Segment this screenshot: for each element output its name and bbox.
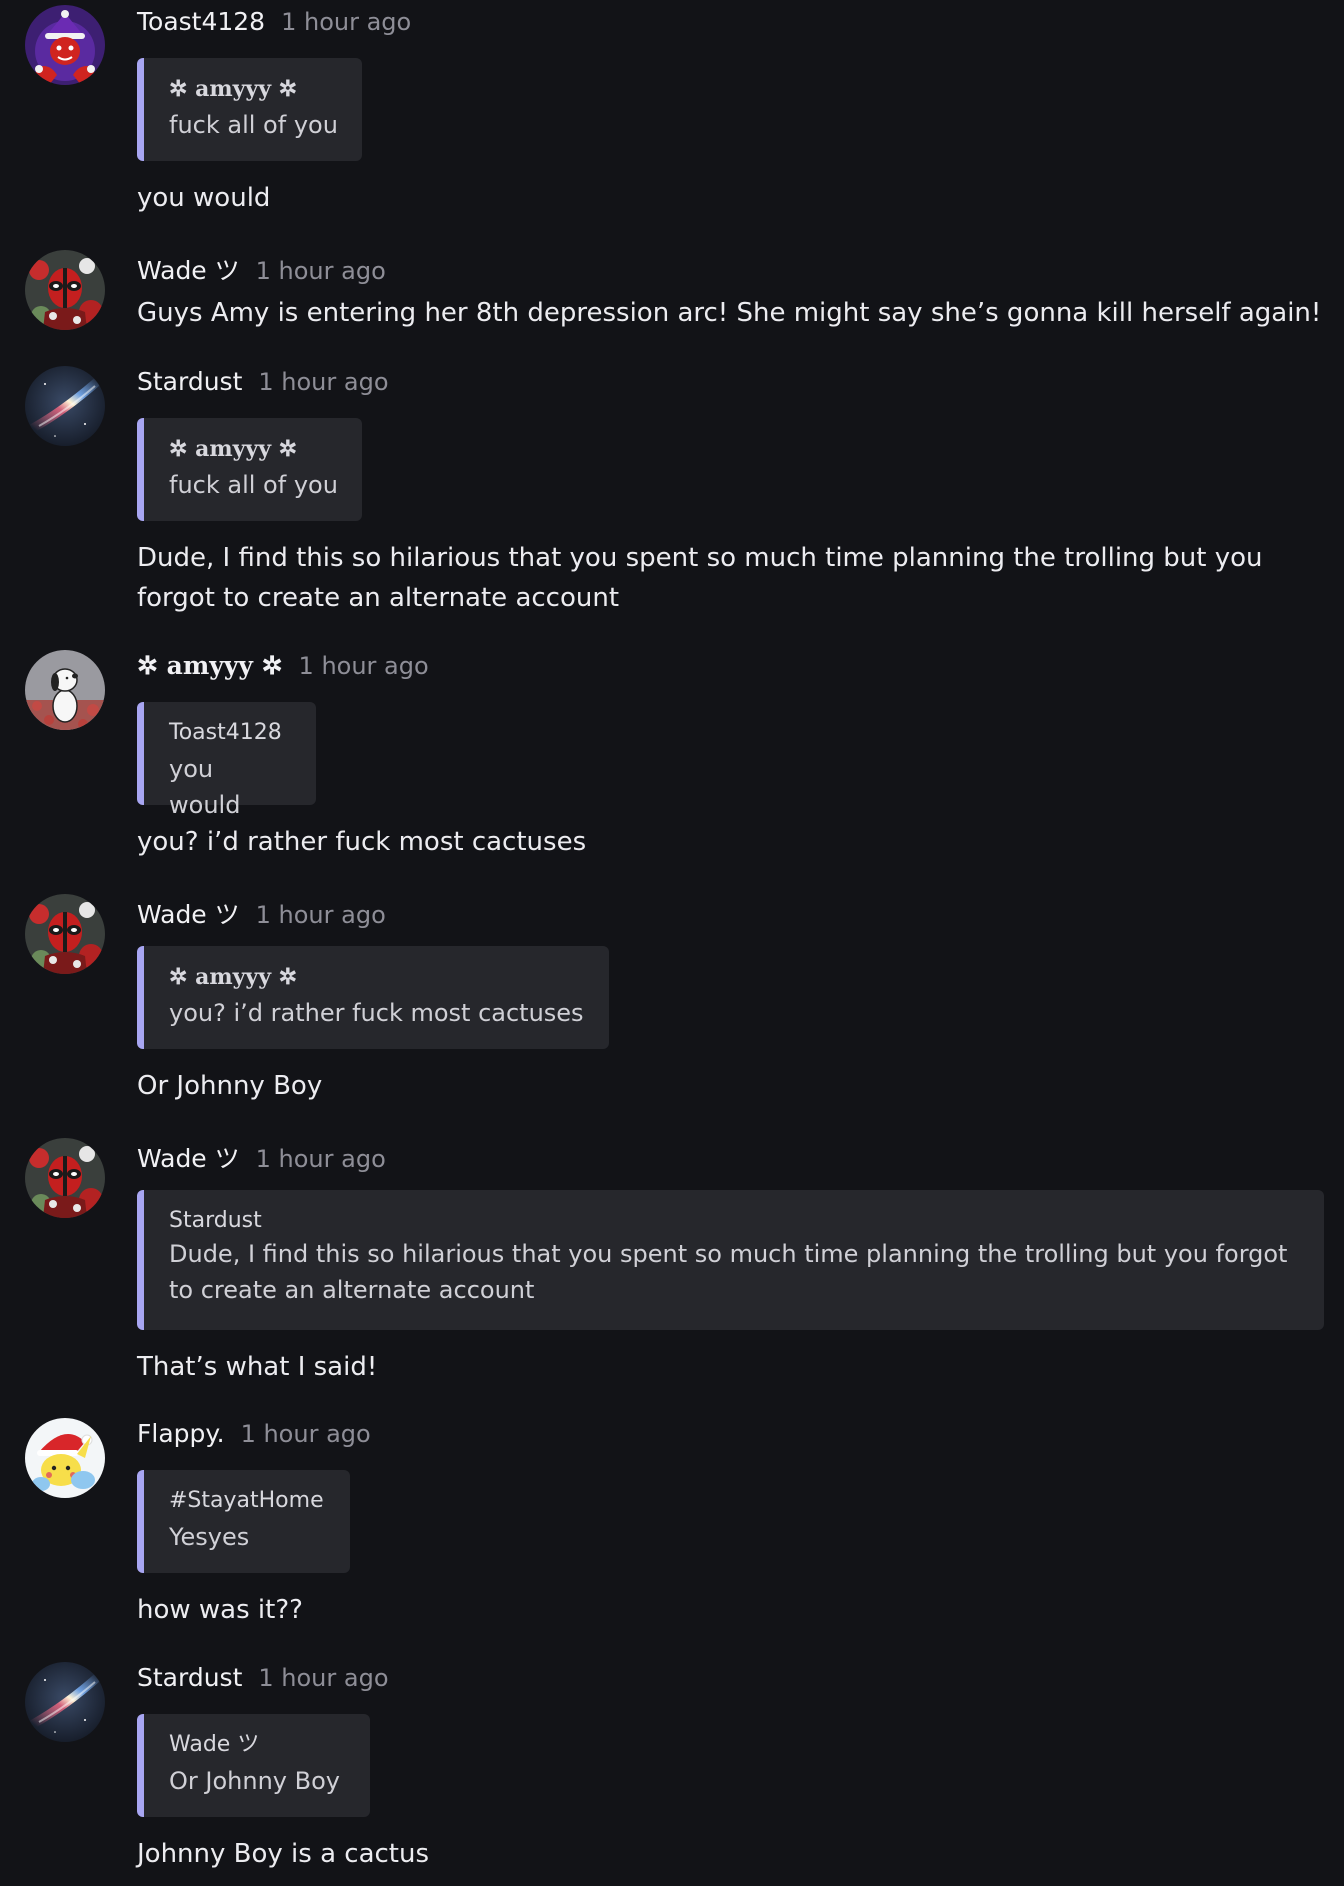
message-text: how was it?? bbox=[137, 1595, 303, 1625]
timestamp: 1 hour ago bbox=[255, 1145, 386, 1173]
message-text: Dude, I find this so hilarious that you … bbox=[137, 543, 1263, 613]
quoted-reply[interactable]: Toast4128 you would bbox=[137, 702, 316, 819]
message-header: Wade ツ 1 hour ago bbox=[137, 1139, 386, 1173]
quote-text: fuck all of you bbox=[169, 111, 338, 139]
quote-author: Wade ツ bbox=[169, 1732, 260, 1757]
message-header: Toast4128 1 hour ago bbox=[137, 7, 411, 37]
snoopy-avatar[interactable] bbox=[25, 650, 105, 730]
author-name[interactable]: Toast4128 bbox=[137, 7, 265, 36]
author-name[interactable]: Stardust bbox=[137, 367, 242, 396]
message-text: Guys Amy is entering her 8th depression … bbox=[137, 298, 1322, 328]
message-header: Stardust 1 hour ago bbox=[137, 367, 389, 397]
quote-text: you? i’d rather fuck most cactuses bbox=[169, 999, 584, 1027]
timestamp: 1 hour ago bbox=[281, 8, 412, 36]
quoted-reply[interactable]: #StayatHome Yesyes bbox=[137, 1470, 350, 1573]
timestamp: 1 hour ago bbox=[255, 901, 386, 929]
quote-text: fuck all of you bbox=[169, 471, 338, 499]
author-name[interactable]: Flappy. bbox=[137, 1419, 225, 1448]
author-name[interactable]: Wade ツ bbox=[137, 251, 240, 287]
message-header: Flappy. 1 hour ago bbox=[137, 1419, 371, 1449]
deadpool-avatar[interactable] bbox=[25, 1138, 105, 1218]
quote-text: Or Johnny Boy bbox=[169, 1767, 340, 1795]
message-text: That’s what I said! bbox=[137, 1352, 378, 1382]
galaxy-avatar[interactable] bbox=[25, 1662, 105, 1742]
quote-text: you would bbox=[169, 755, 241, 819]
quote-text: Dude, I find this so hilarious that you … bbox=[169, 1240, 1288, 1304]
galaxy-avatar[interactable] bbox=[25, 366, 105, 446]
message-text: Or Johnny Boy bbox=[137, 1071, 323, 1101]
quote-author: ✲ amyyy ✲ bbox=[169, 964, 298, 990]
deadpool-avatar[interactable] bbox=[25, 894, 105, 974]
timestamp: 1 hour ago bbox=[298, 652, 429, 680]
quoted-reply[interactable]: ✲ amyyy ✲ fuck all of you bbox=[137, 58, 362, 161]
message-header: Stardust 1 hour ago bbox=[137, 1663, 389, 1693]
author-name[interactable]: Wade ツ bbox=[137, 895, 240, 931]
timestamp: 1 hour ago bbox=[255, 257, 386, 285]
red-devil-avatar[interactable] bbox=[25, 5, 105, 85]
message-text: Johnny Boy is a cactus bbox=[137, 1839, 430, 1869]
timestamp: 1 hour ago bbox=[258, 368, 389, 396]
quoted-reply[interactable]: Wade ツ Or Johnny Boy bbox=[137, 1714, 370, 1817]
quote-author: #StayatHome bbox=[169, 1488, 324, 1513]
quote-text: Yesyes bbox=[169, 1523, 250, 1551]
author-name[interactable]: Wade ツ bbox=[137, 1139, 240, 1175]
timestamp: 1 hour ago bbox=[240, 1420, 371, 1448]
deadpool-avatar[interactable] bbox=[25, 250, 105, 330]
message-text: you? i’d rather fuck most cactuses bbox=[137, 827, 587, 857]
timestamp: 1 hour ago bbox=[258, 1664, 389, 1692]
quoted-reply[interactable]: ✲ amyyy ✲ fuck all of you bbox=[137, 418, 362, 521]
quote-author: ✲ amyyy ✲ bbox=[169, 436, 298, 462]
quote-author: Stardust bbox=[169, 1208, 262, 1233]
author-name[interactable]: Stardust bbox=[137, 1663, 242, 1692]
message-text: you would bbox=[137, 183, 271, 213]
message-header: Wade ツ 1 hour ago bbox=[137, 251, 386, 285]
quote-author: ✲ amyyy ✲ bbox=[169, 76, 298, 102]
pikachu-santa-avatar[interactable] bbox=[25, 1418, 105, 1498]
quoted-reply[interactable]: Stardust Dude, I find this so hilarious … bbox=[137, 1190, 1324, 1330]
message-header: Wade ツ 1 hour ago bbox=[137, 895, 386, 929]
quote-author: Toast4128 bbox=[169, 720, 282, 745]
message-header: ✲ amyyy ✲ 1 hour ago bbox=[137, 651, 429, 681]
message-feed: Toast4128 1 hour ago ✲ amyyy ✲ fuck all … bbox=[0, 0, 1344, 1886]
quoted-reply[interactable]: ✲ amyyy ✲ you? i’d rather fuck most cact… bbox=[137, 946, 609, 1049]
author-name[interactable]: ✲ amyyy ✲ bbox=[137, 651, 283, 680]
